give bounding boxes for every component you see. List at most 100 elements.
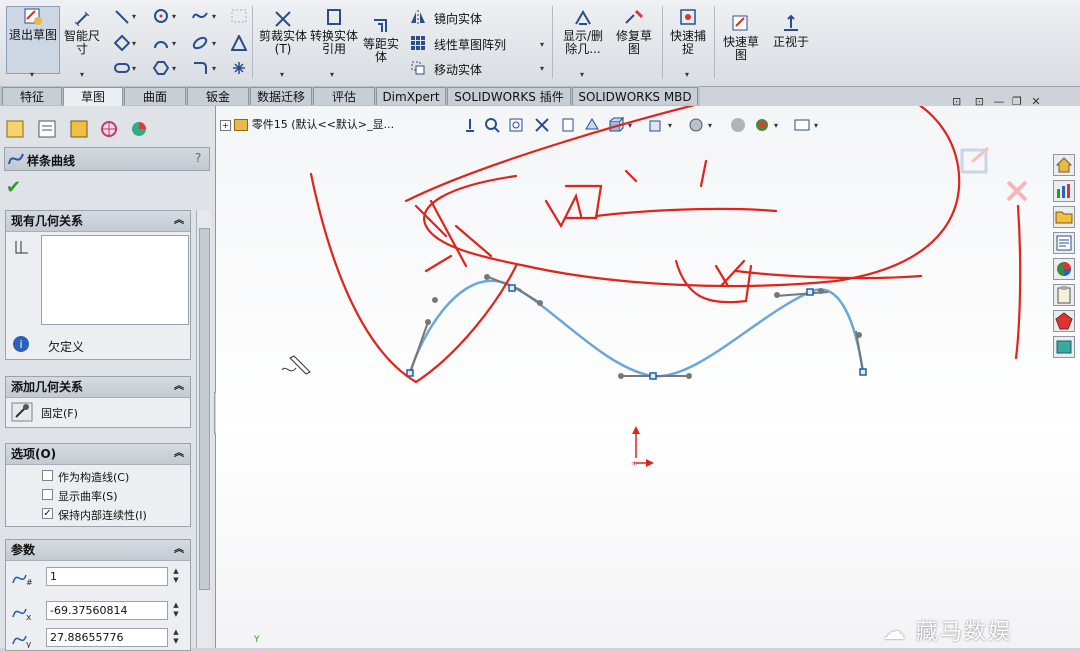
chevron-down-icon[interactable]: ▾ <box>212 12 216 21</box>
chevron-down-icon[interactable]: ▾ <box>280 70 284 79</box>
ribbon-separator <box>552 6 553 78</box>
command-manager-ribbon: 退出草图 ▾ 智能尺寸 ▾ ▾ ▾ ▾ ▾ ▾ ▾ ▾ ▾ ▾ 剪裁实体(T) … <box>0 0 1080 87</box>
existing-relations-header[interactable]: 现有几何关系 ︽ <box>6 211 190 232</box>
ellipse-tool-icon[interactable] <box>192 35 208 51</box>
plane-tool-icon[interactable] <box>231 35 247 51</box>
stepper-arrows[interactable]: ▲ ▼ <box>169 628 183 647</box>
polygon-tool-icon[interactable] <box>153 60 169 76</box>
chevron-down-icon[interactable]: ▾ <box>132 12 136 21</box>
chevron-down-icon[interactable]: ▾ <box>540 40 544 49</box>
spline-point-icon: # <box>12 574 33 587</box>
smart-dimension-button[interactable]: 智能尺寸 <box>62 8 102 56</box>
rectangle-tool-icon[interactable] <box>114 35 130 51</box>
chevron-down-icon[interactable]: ▾ <box>685 70 689 79</box>
spline-tool-icon[interactable] <box>192 8 208 24</box>
y-coordinate-input[interactable]: 27.88655776 <box>46 628 168 647</box>
watermark: ☁ 藏马数娱 <box>883 620 1013 645</box>
slot-tool-icon[interactable] <box>114 60 130 76</box>
tab-dimxpert[interactable]: DimXpert <box>376 87 446 105</box>
maintain-continuity-checkbox[interactable]: ✓ <box>42 508 53 519</box>
collapse-icon[interactable]: ︽ <box>174 211 184 231</box>
stepper-arrows[interactable]: ▲ ▼ <box>169 601 183 620</box>
display-delete-relations-button[interactable]: 显示/删除几... <box>558 8 608 56</box>
feature-manager-tab-icon[interactable] <box>6 120 24 138</box>
stepper-arrows[interactable]: ▲ ▼ <box>169 567 183 586</box>
configuration-manager-tab-icon[interactable] <box>70 120 88 138</box>
svg-text:i: i <box>19 338 22 351</box>
collapse-icon[interactable]: ︽ <box>174 377 184 397</box>
mirror-entities-button[interactable]: 镜向实体 <box>434 10 482 27</box>
tab-solidworks-mbd[interactable]: SOLIDWORKS MBD <box>572 87 698 105</box>
relations-icon <box>575 10 591 25</box>
tangent-handles[interactable] <box>409 275 864 377</box>
move-entities-button[interactable]: 移动实体 <box>434 61 482 78</box>
scrollbar-thumb[interactable] <box>199 228 210 590</box>
rapid-sketch-button[interactable]: 快速草图 <box>718 14 764 62</box>
tab-data-migration[interactable]: 数据迁移 <box>250 87 312 105</box>
show-curvature-label: 显示曲率(S) <box>58 490 118 503</box>
dimxpert-manager-tab-icon[interactable] <box>100 120 118 138</box>
chevron-down-icon[interactable]: ▾ <box>172 64 176 73</box>
point-tool-icon[interactable] <box>231 60 247 76</box>
trim-entities-button[interactable]: 剪裁实体(T) <box>258 8 308 56</box>
fillet-tool-icon[interactable] <box>192 60 208 76</box>
chevron-down-icon[interactable]: ▾ <box>30 70 34 79</box>
normal-to-icon <box>784 14 798 31</box>
convert-entities-button[interactable]: 转换实体引用 <box>310 8 358 56</box>
display-manager-tab-icon[interactable] <box>130 120 148 138</box>
normal-to-button[interactable]: 正视于 <box>768 14 814 49</box>
collapse-icon[interactable]: ︽ <box>174 540 184 560</box>
arc-tool-icon[interactable] <box>153 35 169 51</box>
ok-check-icon[interactable]: ✔ <box>6 177 21 198</box>
repair-sketch-icon <box>625 9 644 24</box>
y-coordinate-icon: y <box>12 635 32 648</box>
exit-sketch-button[interactable]: 退出草图 <box>6 6 60 74</box>
x-coordinate-icon: x <box>12 608 32 621</box>
x-coordinate-input[interactable]: -69.37560814 <box>46 601 168 620</box>
circle-tool-icon[interactable] <box>153 8 169 24</box>
construction-checkbox[interactable] <box>42 470 53 481</box>
spline-icon <box>8 153 24 165</box>
tab-sheet-metal[interactable]: 钣金 <box>187 87 249 105</box>
parameters-header[interactable]: 参数 ︽ <box>6 540 190 561</box>
add-relations-header[interactable]: 添加几何关系 ︽ <box>6 377 190 398</box>
line-tool-icon[interactable] <box>114 9 130 25</box>
maintain-continuity-label: 保持内部连续性(I) <box>58 509 147 522</box>
repair-sketch-button[interactable]: 修复草图 <box>612 8 656 56</box>
chevron-down-icon[interactable]: ▾ <box>172 39 176 48</box>
property-manager-header: 样条曲线 ? <box>4 147 210 171</box>
fix-icon <box>11 402 33 422</box>
chevron-down-icon[interactable]: ▾ <box>80 70 84 79</box>
relation-icon <box>15 241 28 254</box>
chevron-down-icon[interactable]: ▾ <box>172 12 176 21</box>
tab-sketch[interactable]: 草图 <box>63 87 123 107</box>
chevron-down-icon[interactable]: ▾ <box>540 64 544 73</box>
offset-entities-button[interactable]: 等距实体 <box>360 16 402 64</box>
text-tool-icon[interactable] <box>231 8 247 24</box>
sketch-canvas[interactable]: * Y <box>216 106 1080 648</box>
spline-point-number-input[interactable]: 1 <box>46 567 168 586</box>
chevron-down-icon[interactable]: ▾ <box>212 39 216 48</box>
chevron-down-icon[interactable]: ▾ <box>580 70 584 79</box>
tab-evaluate[interactable]: 评估 <box>313 87 375 105</box>
tab-features[interactable]: 特征 <box>2 87 62 105</box>
chevron-down-icon[interactable]: ▾ <box>212 64 216 73</box>
chevron-down-icon[interactable]: ▾ <box>132 64 136 73</box>
collapse-icon[interactable]: ︽ <box>174 444 184 464</box>
options-header[interactable]: 选项(O) ︽ <box>6 444 190 465</box>
show-curvature-checkbox[interactable] <box>42 489 53 500</box>
help-icon[interactable]: ? <box>195 151 201 165</box>
chevron-down-icon[interactable]: ▾ <box>330 70 334 79</box>
linear-sketch-pattern-button[interactable]: 线性草图阵列 <box>434 36 506 53</box>
quick-snaps-button[interactable]: 快速捕捉 <box>666 8 710 56</box>
relations-list[interactable] <box>41 235 189 325</box>
panel-scrollbar[interactable] <box>196 210 211 648</box>
fix-relation-button[interactable]: 固定(F) <box>9 400 185 424</box>
linear-pattern-icon <box>411 36 425 50</box>
move-entities-icon <box>411 61 425 75</box>
chevron-down-icon[interactable]: ▾ <box>132 39 136 48</box>
tab-solidworks-addins[interactable]: SOLIDWORKS 插件 <box>447 87 571 105</box>
tab-surfaces[interactable]: 曲面 <box>124 87 186 105</box>
property-manager-tab-icon[interactable] <box>38 120 56 138</box>
tangent-handle-ends[interactable] <box>425 274 862 379</box>
